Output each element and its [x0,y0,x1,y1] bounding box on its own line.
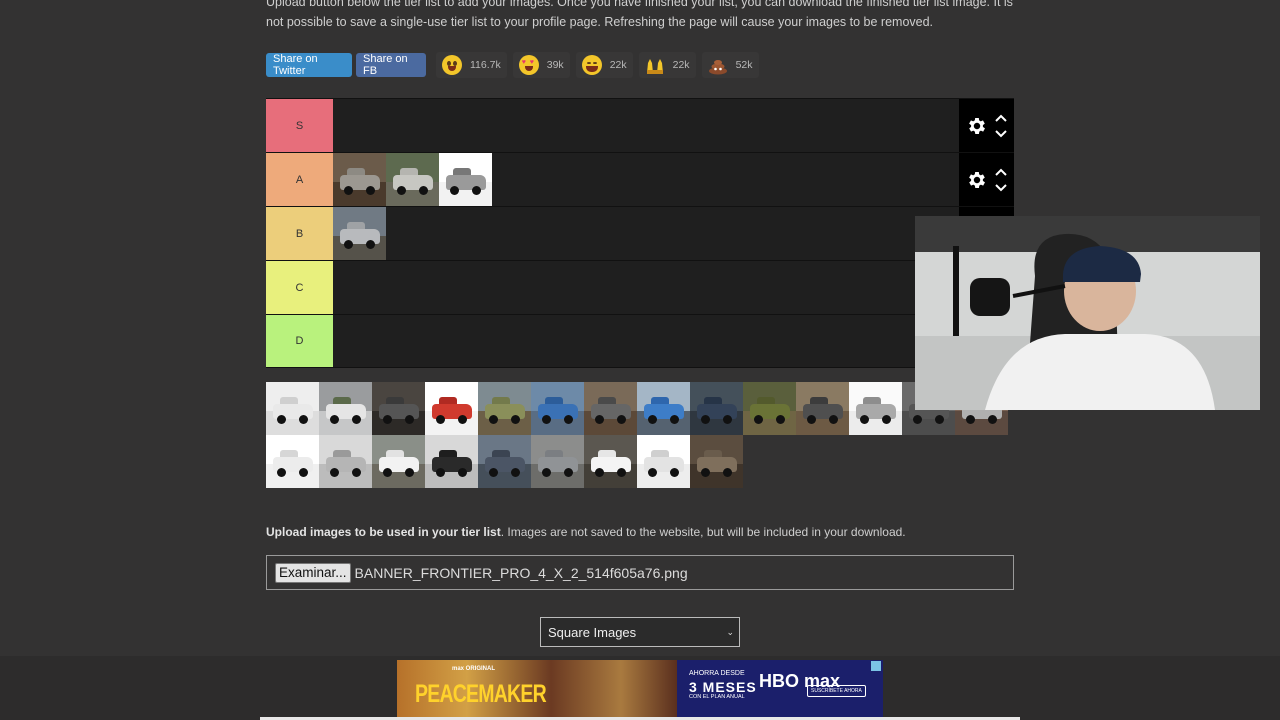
reaction-count: 22k [609,59,627,71]
reaction-heart-eyes[interactable]: ♥ ♥ 39k [512,52,570,78]
truck-image[interactable] [333,153,386,206]
reaction-count: 22k [672,59,690,71]
tier-items-b[interactable] [333,207,959,260]
truck-image[interactable] [333,207,386,260]
browse-button[interactable]: Examinar... [275,562,351,583]
advertisement-banner[interactable]: max ORIGINAL PEACEMAKER AHORRA DESDE 3 M… [397,660,883,718]
share-fb-button[interactable]: Share on FB [356,53,426,77]
chevron-down-icon[interactable] [994,126,1008,140]
truck-image[interactable] [425,435,478,488]
move-arrows [994,160,1008,200]
truck-image[interactable] [690,382,743,435]
reaction-count: 39k [546,59,564,71]
truck-image[interactable] [637,435,690,488]
chevron-up-icon[interactable] [994,112,1008,126]
truck-image[interactable] [319,382,372,435]
ad-ahorra: AHORRA DESDE [689,670,745,677]
image-style-value: Square Images [548,624,637,640]
tier-items-a[interactable] [333,153,959,206]
reaction-poop[interactable]: 52k [701,52,759,78]
ad-meses: 3 MESES [689,679,757,695]
chevron-up-icon[interactable] [994,166,1008,180]
ad-left-panel: max ORIGINAL PEACEMAKER [397,660,677,718]
reaction-count: 116.7k [470,59,501,71]
instructions-text: Upload button below the tier list to add… [266,0,1013,29]
tier-row-s: S [266,98,1014,152]
laughing-face-icon [581,55,602,75]
tier-list: S A B C D [266,98,1014,368]
file-input[interactable]: Examinar... BANNER_FRONTIER_PRO_4_X_2_51… [266,555,1014,590]
tier-items-s[interactable] [333,99,959,152]
gear-icon[interactable] [966,169,988,191]
webcam-overlay [915,216,1260,410]
truck-image[interactable] [796,382,849,435]
ad-info-icon[interactable] [871,661,881,671]
tier-label-s[interactable]: S [266,99,333,152]
tier-row-d: D [266,314,1014,368]
reaction-raised-hands[interactable]: 22k [638,52,696,78]
tier-row-a: A [266,152,1014,206]
grinning-face-icon [442,55,462,75]
upload-instructions-rest: . Images are not saved to the website, b… [500,525,906,539]
ad-plan: CON EL PLAN ANUAL [689,694,745,700]
tier-label-c[interactable]: C [266,261,333,314]
upload-instructions-bold: Upload images to be used in your tier li… [266,525,501,539]
truck-image[interactable] [425,382,478,435]
ad-cta-button[interactable]: SUSCRÍBETE AHORA [807,685,866,697]
selected-file-name: BANNER_FRONTIER_PRO_4_X_2_514f605a76.png [354,564,688,581]
tier-label-b[interactable]: B [266,207,333,260]
truck-image[interactable] [584,435,637,488]
truck-image[interactable] [478,382,531,435]
tier-label-d[interactable]: D [266,315,333,367]
truck-image[interactable] [266,382,319,435]
truck-image[interactable] [531,382,584,435]
poop-icon [708,55,728,75]
tier-controls [959,153,1014,206]
gear-icon[interactable] [966,115,988,137]
move-arrows [994,106,1008,146]
tier-items-d[interactable] [333,315,959,367]
tier-row-b: B [266,206,1014,260]
truck-image[interactable] [319,435,372,488]
truck-image[interactable] [386,153,439,206]
chevron-down-icon[interactable] [994,180,1008,194]
tier-items-c[interactable] [333,261,959,314]
truck-image[interactable] [478,435,531,488]
ad-right-panel: AHORRA DESDE 3 MESES CON EL PLAN ANUAL H… [677,660,883,718]
image-style-select[interactable]: Square Images ⌄ [540,617,740,647]
truck-image[interactable] [849,382,902,435]
share-twitter-button[interactable]: Share on Twitter [266,53,352,77]
heart-eyes-icon: ♥ ♥ [518,55,539,75]
ad-title: PEACEMAKER [415,680,547,708]
reaction-count: 52k [735,59,753,71]
truck-image[interactable] [266,435,319,488]
truck-image[interactable] [372,382,425,435]
tier-row-c: C [266,260,1014,314]
upload-instructions: Upload images to be used in your tier li… [266,525,906,539]
tier-label-a[interactable]: A [266,153,333,206]
truck-image[interactable] [372,435,425,488]
truck-image[interactable] [439,153,492,206]
unranked-image-pool [266,382,1014,488]
reaction-grinning[interactable]: 116.7k [436,52,507,78]
share-row: Share on Twitter Share on FB 116.7k ♥ ♥ 3… [266,52,759,78]
truck-image[interactable] [690,435,743,488]
truck-image[interactable] [743,382,796,435]
reaction-laughing[interactable]: 22k [575,52,633,78]
raised-hands-icon [645,55,665,75]
ad-max-original: max ORIGINAL [452,666,496,672]
chevron-down-icon: ⌄ [726,627,734,637]
truck-image[interactable] [584,382,637,435]
truck-image[interactable] [531,435,584,488]
truck-image[interactable] [637,382,690,435]
tier-controls [959,99,1014,152]
